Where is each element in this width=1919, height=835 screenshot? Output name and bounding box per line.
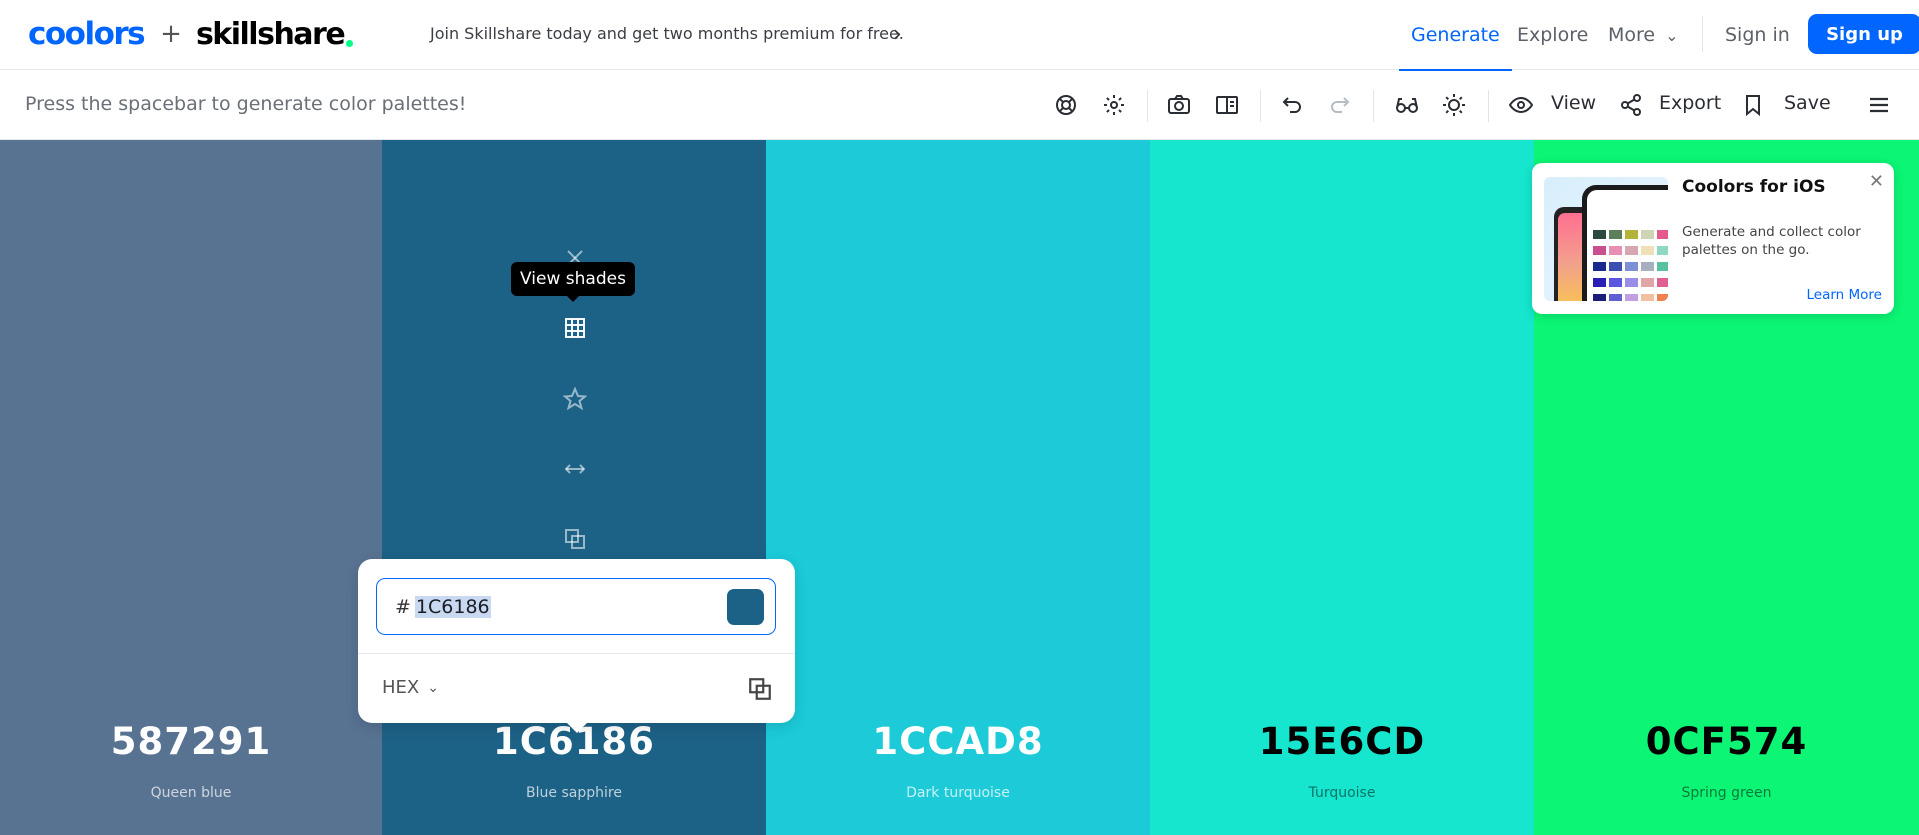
hex-input[interactable]: # 1C6186 xyxy=(376,578,776,635)
color-mode-select[interactable]: HEX ⌄ xyxy=(382,677,439,698)
color-picker: # 1C6186 HEX ⌄ xyxy=(358,559,795,733)
top-header: coolors + skillshare Join Skillshare tod… xyxy=(0,0,1919,71)
color-name: Dark turquoise xyxy=(906,785,1010,801)
share-icon[interactable] xyxy=(1618,92,1644,118)
star-icon[interactable] xyxy=(560,384,590,414)
chevron-down-icon: ⌄ xyxy=(427,679,439,696)
nav-more[interactable]: More ⌄ xyxy=(1608,0,1679,70)
split-view-icon[interactable] xyxy=(1214,92,1240,118)
ad-text: Generate and collect color palettes on t… xyxy=(1682,224,1861,258)
undo-icon[interactable] xyxy=(1279,92,1305,118)
learn-more-link[interactable]: Learn More xyxy=(1807,287,1883,303)
toolbar-divider xyxy=(1488,90,1489,122)
hex-code[interactable]: 587291 xyxy=(0,720,382,763)
nav-generate[interactable]: Generate xyxy=(1399,0,1512,71)
toolbar-divider xyxy=(1373,90,1374,122)
view-shades-tooltip: View shades xyxy=(511,262,635,302)
lifebuoy-icon[interactable] xyxy=(1053,92,1079,118)
redo-icon[interactable] xyxy=(1327,92,1353,118)
glasses-icon[interactable] xyxy=(1394,92,1420,118)
ad-title: Coolors for iOS xyxy=(1682,177,1826,197)
eye-icon[interactable] xyxy=(1508,92,1534,118)
signin-link[interactable]: Sign in xyxy=(1725,0,1790,70)
menu-icon[interactable] xyxy=(1866,92,1892,118)
gear-icon[interactable] xyxy=(1101,92,1127,118)
ios-ad-card: Coolors for iOS Generate and collect col… xyxy=(1532,163,1894,314)
color-mode-label: HEX xyxy=(382,677,420,698)
toolbar-divider xyxy=(1147,90,1148,122)
skillshare-logo[interactable]: skillshare xyxy=(195,16,354,52)
hex-value[interactable]: 1C6186 xyxy=(414,595,491,618)
phone-front-image xyxy=(1582,185,1668,301)
toolbar-divider xyxy=(1260,90,1261,122)
hex-code[interactable]: 1CCAD8 xyxy=(766,720,1150,763)
nav-divider xyxy=(1702,16,1703,52)
close-icon[interactable]: ✕ xyxy=(1869,171,1884,192)
promo-text[interactable]: Join Skillshare today and get two months… xyxy=(430,24,904,43)
skillshare-dot xyxy=(346,39,354,47)
chevron-down-icon: ⌄ xyxy=(1665,25,1679,45)
ios-app-preview xyxy=(1544,177,1668,301)
color-name: Queen blue xyxy=(150,785,232,801)
color-chip[interactable] xyxy=(727,589,764,625)
drag-icon[interactable] xyxy=(560,454,590,484)
generate-hint: Press the spacebar to generate color pal… xyxy=(25,93,467,115)
sun-icon[interactable] xyxy=(1441,92,1467,118)
save-button[interactable]: Save xyxy=(1784,92,1831,114)
plus-sign: + xyxy=(160,19,182,49)
grid-icon[interactable] xyxy=(560,313,590,343)
copy-icon[interactable] xyxy=(560,524,590,554)
coolors-logo[interactable]: coolors xyxy=(28,16,146,52)
color-name: Turquoise xyxy=(1308,785,1376,801)
picker-divider xyxy=(358,653,795,654)
nav-explore[interactable]: Explore xyxy=(1517,0,1588,70)
bookmark-icon[interactable] xyxy=(1740,92,1766,118)
hash-prefix: # xyxy=(395,595,411,618)
hex-code[interactable]: 15E6CD xyxy=(1150,720,1534,763)
skillshare-logo-text: skillshare xyxy=(195,16,346,52)
color-name: Spring green xyxy=(1681,785,1772,801)
color-swatch-4[interactable]: 15E6CD Turquoise xyxy=(1150,140,1534,835)
color-swatch-3[interactable]: 1CCAD8 Dark turquoise xyxy=(766,140,1150,835)
color-swatch-1[interactable]: 587291 Queen blue xyxy=(0,140,382,835)
copy-icon[interactable] xyxy=(747,676,773,702)
view-button[interactable]: View xyxy=(1551,92,1596,114)
color-name: Blue sapphire xyxy=(526,785,622,801)
chevron-right-icon[interactable]: › xyxy=(893,22,902,47)
toolbar: Press the spacebar to generate color pal… xyxy=(0,70,1919,140)
brand[interactable]: coolors + skillshare xyxy=(28,16,354,52)
hex-code[interactable]: 0CF574 xyxy=(1534,720,1919,763)
camera-icon[interactable] xyxy=(1166,92,1192,118)
signup-button[interactable]: Sign up xyxy=(1808,14,1919,54)
export-button[interactable]: Export xyxy=(1659,92,1721,114)
nav-more-label: More xyxy=(1608,24,1656,46)
